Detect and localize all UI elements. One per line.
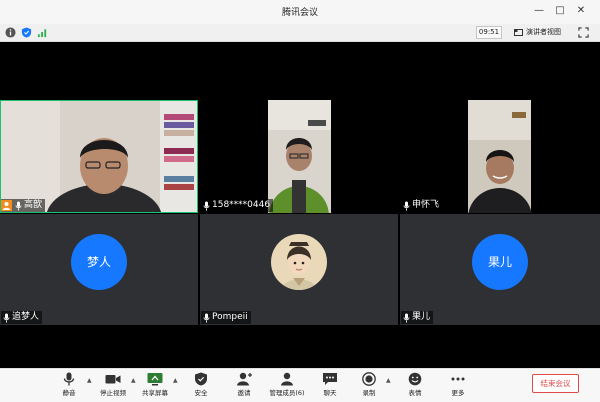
shield-icon [195, 372, 207, 386]
speaker-view-button[interactable]: 演讲者视图 [512, 26, 561, 39]
emoji-icon [408, 372, 422, 386]
mic-icon [403, 313, 410, 322]
share-screen-icon [147, 373, 163, 386]
chat-button[interactable]: 聊天 [315, 372, 345, 402]
invite-label: 邀请 [237, 389, 251, 397]
reactions-label: 表情 [408, 389, 422, 397]
speaker-view-icon [514, 29, 523, 36]
fullscreen-icon[interactable] [578, 27, 589, 38]
participant-name-label: 追梦人 [1, 311, 43, 324]
video-grid: 高歆 158****0446 申怀飞 梦人 追梦人 Pompeii 果儿 果儿 [0, 42, 600, 368]
chevron-up-icon[interactable]: ▲ [386, 378, 392, 384]
participant-name: 果儿 [412, 312, 431, 322]
mic-icon [403, 201, 410, 210]
camera-icon [105, 375, 121, 384]
close-icon[interactable]: ✕ [574, 4, 588, 18]
mic-icon [63, 372, 75, 386]
record-label: 录制 [362, 389, 376, 397]
end-meeting-button[interactable]: 结束会议 [532, 374, 579, 393]
participant-video [268, 100, 331, 213]
meeting-timer: 09:51 [476, 26, 502, 39]
chat-icon [323, 373, 337, 385]
security-label: 安全 [194, 389, 208, 397]
mic-icon [3, 313, 10, 322]
record-button[interactable]: 录制 [354, 372, 384, 402]
participant-name-label: Pompeii [201, 311, 251, 324]
participant-tile[interactable]: 高歆 [0, 100, 198, 213]
stop-video-button[interactable]: 停止视频 [98, 372, 128, 402]
chevron-up-icon[interactable]: ▲ [173, 378, 179, 384]
participant-tile[interactable]: 梦人 追梦人 [0, 214, 198, 325]
window-title: 腾讯会议 [281, 8, 318, 18]
manage-members-button[interactable]: 管理成员(6) [264, 372, 310, 402]
share-screen-button[interactable]: 共享屏幕 [140, 372, 170, 402]
chevron-up-icon[interactable]: ▲ [131, 378, 137, 384]
participant-tile[interactable]: 申怀飞 [400, 100, 600, 213]
participant-name: 158****0446 [212, 200, 271, 210]
mic-icon [15, 201, 22, 210]
participant-name-label: 高歆 [1, 199, 46, 212]
participant-tile[interactable]: Pompeii [200, 214, 398, 325]
security-button[interactable]: 安全 [186, 372, 216, 402]
stop-video-label: 停止视频 [100, 389, 126, 397]
invite-icon [237, 372, 252, 386]
reactions-button[interactable]: 表情 [400, 372, 430, 402]
manage-members-label: 管理成员(6) [269, 389, 305, 397]
participant-tile[interactable]: 果儿 果儿 [400, 214, 600, 325]
maximize-icon[interactable]: □ [553, 4, 567, 18]
participant-name-label: 申怀飞 [401, 199, 443, 212]
avatar: 果儿 [472, 234, 528, 290]
participant-video [0, 100, 198, 213]
chevron-up-icon[interactable]: ▲ [87, 378, 93, 384]
participant-name: 申怀飞 [412, 200, 440, 210]
signal-icon [37, 29, 47, 38]
shield-icon[interactable] [21, 27, 32, 38]
participant-name: 高歆 [24, 200, 43, 210]
speaker-view-label: 演讲者视图 [526, 28, 561, 36]
participant-video [468, 100, 532, 213]
avatar-illustration [271, 234, 327, 290]
members-icon [281, 372, 293, 386]
host-icon [1, 200, 12, 211]
avatar [271, 234, 327, 290]
meeting-toolbar: 静音 ▲ 停止视频 ▲ 共享屏幕 ▲ 安全 邀请 管理成员(6) 聊天 录制 ▲… [0, 368, 600, 402]
record-icon [362, 372, 376, 386]
title-bar: 腾讯会议 — □ ✕ [0, 0, 600, 24]
info-icon[interactable] [5, 27, 16, 38]
chat-label: 聊天 [323, 389, 337, 397]
minimize-icon[interactable]: — [532, 4, 546, 18]
more-label: 更多 [451, 389, 465, 397]
invite-button[interactable]: 邀请 [229, 372, 259, 402]
meeting-info-bar: 09:51 演讲者视图 [0, 24, 600, 42]
participant-name-label: 158****0446 [201, 199, 274, 212]
participant-name-label: 果儿 [401, 311, 434, 324]
participant-tile[interactable]: 158****0446 [200, 100, 398, 213]
more-button[interactable]: 更多 [443, 372, 473, 402]
participant-name: 追梦人 [12, 312, 40, 322]
mic-icon [203, 313, 210, 322]
share-screen-label: 共享屏幕 [142, 389, 168, 397]
mute-label: 静音 [62, 389, 76, 397]
avatar: 梦人 [71, 234, 127, 290]
more-icon [451, 377, 465, 381]
mute-button[interactable]: 静音 [54, 372, 84, 402]
mic-icon [203, 201, 210, 210]
participant-name: Pompeii [212, 312, 248, 322]
